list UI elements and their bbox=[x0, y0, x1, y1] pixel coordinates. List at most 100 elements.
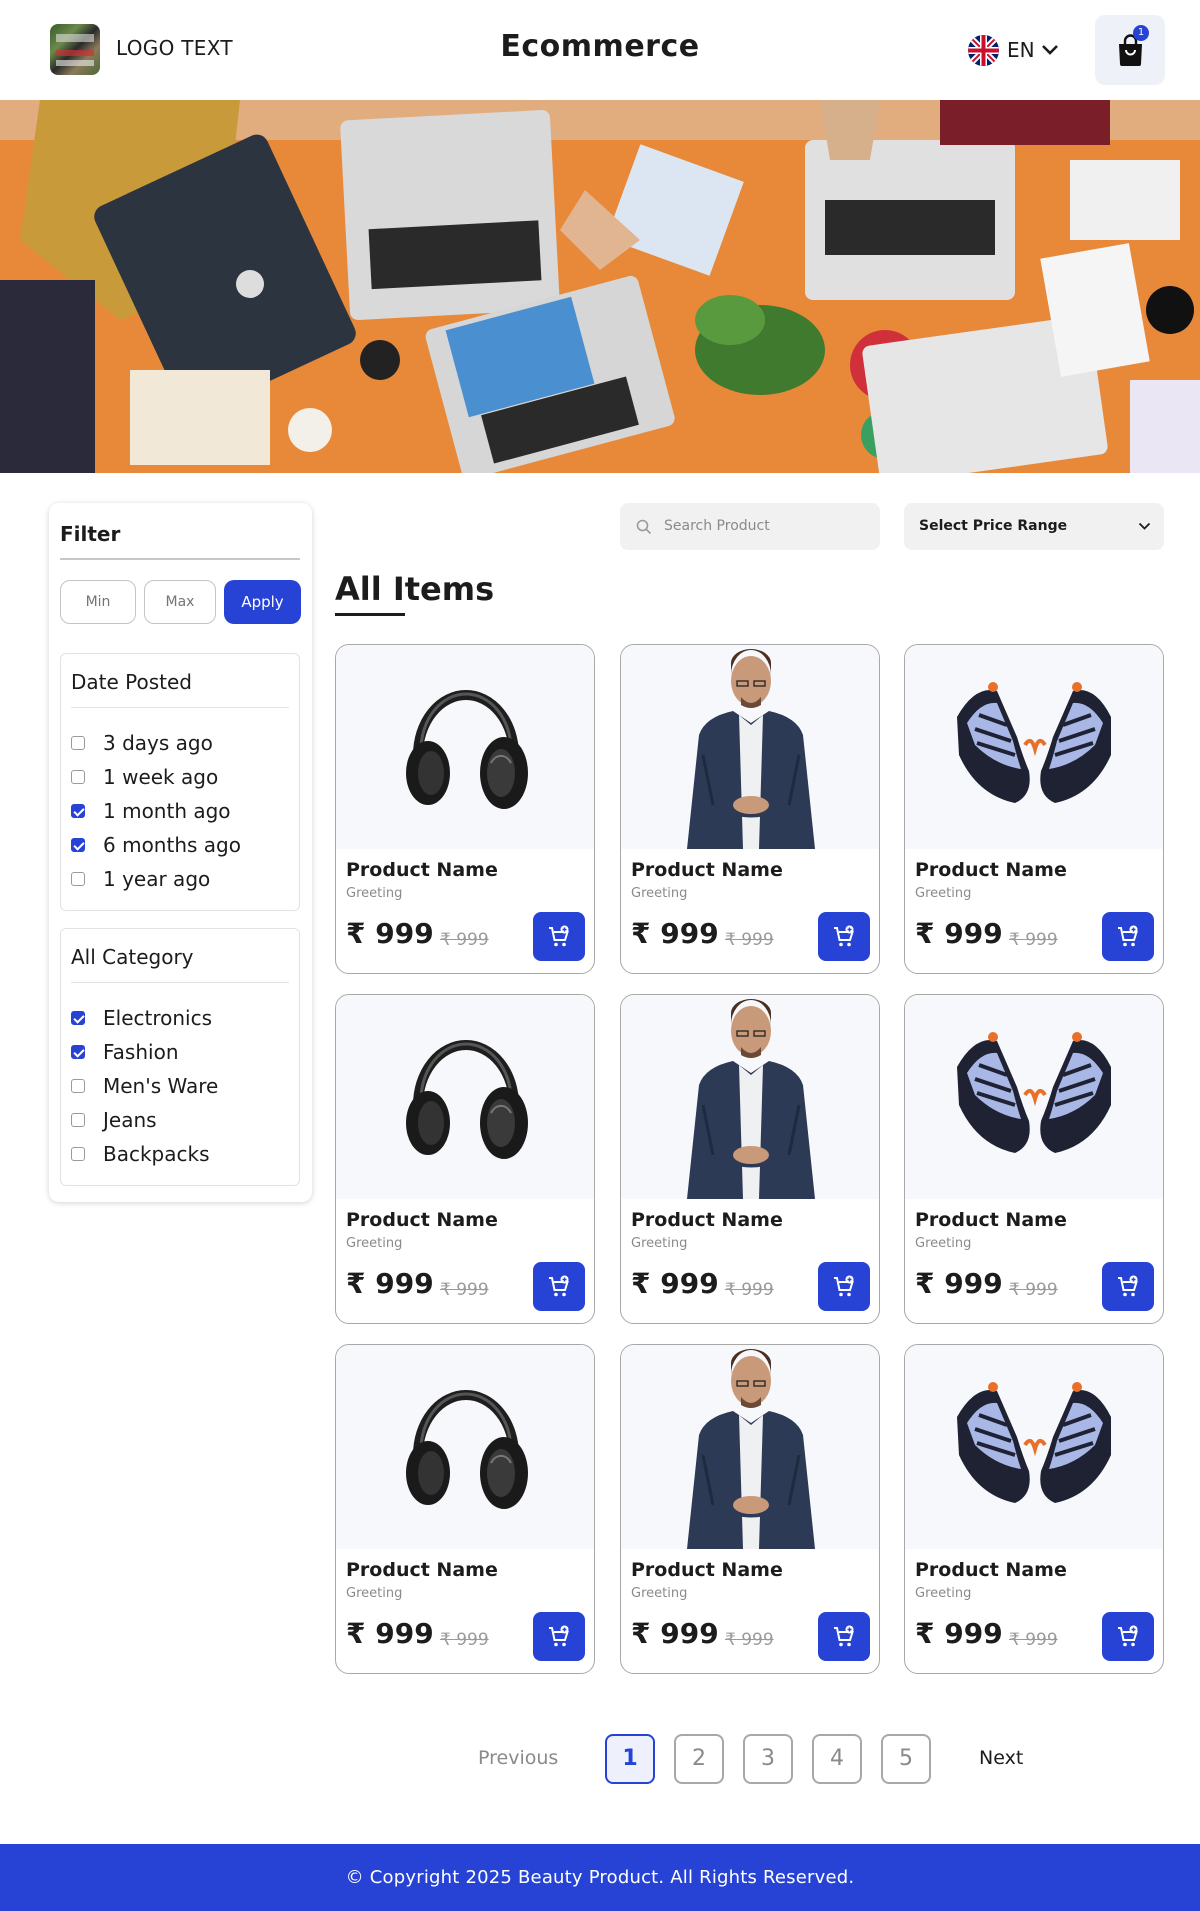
category-option[interactable]: Men's Ware bbox=[71, 1074, 218, 1098]
option-label: 3 days ago bbox=[103, 731, 213, 755]
cart-button[interactable]: 1 bbox=[1095, 15, 1165, 85]
checkbox-checked[interactable] bbox=[71, 1045, 85, 1059]
checkbox-checked[interactable] bbox=[71, 838, 85, 852]
product-name[interactable]: Product Name bbox=[346, 1209, 498, 1231]
pagination-page-1[interactable]: 1 bbox=[605, 1734, 655, 1784]
option-label: 6 months ago bbox=[103, 833, 241, 857]
product-price: ₹ 999 bbox=[346, 1617, 434, 1650]
product-subtitle: Greeting bbox=[346, 886, 403, 901]
date-option[interactable]: 1 month ago bbox=[71, 799, 231, 823]
product-card[interactable]: Product Name Greeting ₹ 999 ₹ 999 bbox=[620, 1344, 880, 1674]
category-option[interactable]: Jeans bbox=[71, 1108, 157, 1132]
product-card[interactable]: Product Name Greeting ₹ 999 ₹ 999 bbox=[335, 644, 595, 974]
search-placeholder: Search Product bbox=[664, 518, 770, 534]
product-name[interactable]: Product Name bbox=[631, 859, 783, 881]
checkbox[interactable] bbox=[71, 1079, 85, 1093]
add-to-cart-button[interactable] bbox=[818, 1612, 870, 1661]
product-name[interactable]: Product Name bbox=[631, 1209, 783, 1231]
filter-title: Filter bbox=[60, 522, 121, 546]
chevron-down-icon bbox=[1138, 522, 1151, 530]
date-posted-title: Date Posted bbox=[71, 670, 193, 694]
product-name[interactable]: Product Name bbox=[915, 1559, 1067, 1581]
language-code: EN bbox=[1007, 38, 1035, 62]
add-to-cart-button[interactable] bbox=[533, 1262, 585, 1311]
category-option[interactable]: Fashion bbox=[71, 1040, 179, 1064]
product-old-price: ₹ 999 bbox=[440, 1280, 489, 1300]
category-option[interactable]: Electronics bbox=[71, 1006, 212, 1030]
section-title: All Items bbox=[335, 570, 495, 608]
option-label: 1 year ago bbox=[103, 867, 211, 891]
group-divider bbox=[71, 982, 289, 983]
pagination-page-4[interactable]: 4 bbox=[812, 1734, 862, 1784]
date-option[interactable]: 1 year ago bbox=[71, 867, 210, 891]
product-image-man-shirt[interactable] bbox=[621, 1345, 879, 1549]
pagination-page-5[interactable]: 5 bbox=[881, 1734, 931, 1784]
product-price: ₹ 999 bbox=[631, 1617, 719, 1650]
hero-banner-image bbox=[0, 100, 1200, 473]
min-price-input[interactable] bbox=[60, 580, 136, 624]
category-group: All Category Electronics Fashion Men's W… bbox=[60, 928, 300, 1186]
filter-sidebar: Filter Apply Date Posted 3 days ago 1 we… bbox=[49, 503, 312, 1202]
checkbox[interactable] bbox=[71, 1147, 85, 1161]
product-name[interactable]: Product Name bbox=[915, 1209, 1067, 1231]
product-card[interactable]: Product Name Greeting ₹ 999 ₹ 999 bbox=[620, 994, 880, 1324]
product-name[interactable]: Product Name bbox=[631, 1559, 783, 1581]
checkbox-checked[interactable] bbox=[71, 804, 85, 818]
date-option[interactable]: 6 months ago bbox=[71, 833, 241, 857]
checkbox[interactable] bbox=[71, 872, 85, 886]
product-image-sneakers[interactable] bbox=[905, 645, 1163, 849]
add-to-cart-button[interactable] bbox=[1102, 912, 1154, 961]
product-name[interactable]: Product Name bbox=[346, 1559, 498, 1581]
product-image-man-shirt[interactable] bbox=[621, 645, 879, 849]
add-to-cart-button[interactable] bbox=[818, 912, 870, 961]
pagination-page-3[interactable]: 3 bbox=[743, 1734, 793, 1784]
product-card[interactable]: Product Name Greeting ₹ 999 ₹ 999 bbox=[904, 1344, 1164, 1674]
product-card[interactable]: Product Name Greeting ₹ 999 ₹ 999 bbox=[335, 994, 595, 1324]
cart-count-badge: 1 bbox=[1133, 25, 1149, 41]
category-option[interactable]: Backpacks bbox=[71, 1142, 210, 1166]
checkbox[interactable] bbox=[71, 736, 85, 750]
pagination-page-2[interactable]: 2 bbox=[674, 1734, 724, 1784]
checkbox[interactable] bbox=[71, 770, 85, 784]
product-card[interactable]: Product Name Greeting ₹ 999 ₹ 999 bbox=[904, 994, 1164, 1324]
option-label: Men's Ware bbox=[103, 1074, 219, 1098]
product-subtitle: Greeting bbox=[346, 1236, 403, 1251]
checkbox-checked[interactable] bbox=[71, 1011, 85, 1025]
product-old-price: ₹ 999 bbox=[1009, 1630, 1058, 1650]
product-name[interactable]: Product Name bbox=[346, 859, 498, 881]
price-range-select[interactable]: Select Price Range bbox=[904, 503, 1164, 550]
header: LOGO TEXT Ecommerce EN 1 bbox=[0, 0, 1200, 100]
product-name[interactable]: Product Name bbox=[915, 859, 1067, 881]
product-price: ₹ 999 bbox=[346, 917, 434, 950]
product-subtitle: Greeting bbox=[915, 1236, 972, 1251]
product-image-man-shirt[interactable] bbox=[621, 995, 879, 1199]
pagination-next[interactable]: Next bbox=[979, 1747, 1023, 1769]
add-to-cart-button[interactable] bbox=[533, 912, 585, 961]
pagination-previous[interactable]: Previous bbox=[478, 1747, 558, 1769]
product-image-headphones[interactable] bbox=[336, 995, 594, 1199]
add-to-cart-button[interactable] bbox=[1102, 1262, 1154, 1311]
product-image-headphones[interactable] bbox=[336, 645, 594, 849]
add-to-cart-button[interactable] bbox=[818, 1262, 870, 1311]
max-price-input[interactable] bbox=[144, 580, 216, 624]
checkbox[interactable] bbox=[71, 1113, 85, 1127]
date-option[interactable]: 3 days ago bbox=[71, 731, 213, 755]
search-input[interactable]: Search Product bbox=[620, 503, 880, 550]
option-label: Fashion bbox=[103, 1040, 179, 1064]
add-to-cart-button[interactable] bbox=[533, 1612, 585, 1661]
product-image-sneakers[interactable] bbox=[905, 1345, 1163, 1549]
category-title: All Category bbox=[71, 945, 194, 969]
product-card[interactable]: Product Name Greeting ₹ 999 ₹ 999 bbox=[620, 644, 880, 974]
product-image-sneakers[interactable] bbox=[905, 995, 1163, 1199]
product-card[interactable]: Product Name Greeting ₹ 999 ₹ 999 bbox=[904, 644, 1164, 974]
language-selector[interactable]: EN bbox=[968, 34, 1059, 66]
product-price: ₹ 999 bbox=[631, 1267, 719, 1300]
product-image-headphones[interactable] bbox=[336, 1345, 594, 1549]
date-option[interactable]: 1 week ago bbox=[71, 765, 218, 789]
add-to-cart-button[interactable] bbox=[1102, 1612, 1154, 1661]
product-card[interactable]: Product Name Greeting ₹ 999 ₹ 999 bbox=[335, 1344, 595, 1674]
product-old-price: ₹ 999 bbox=[1009, 1280, 1058, 1300]
apply-button[interactable]: Apply bbox=[224, 580, 301, 624]
search-icon bbox=[636, 519, 652, 535]
product-old-price: ₹ 999 bbox=[725, 1630, 774, 1650]
